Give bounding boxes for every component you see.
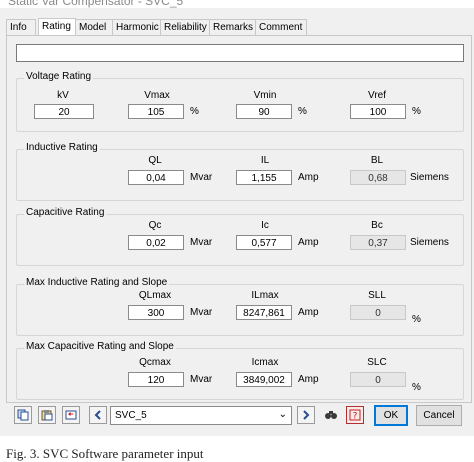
prev-icon[interactable] (89, 406, 107, 424)
max-inductive-label: Max Inductive Rating and Slope (24, 277, 170, 288)
tab-reliability[interactable]: Reliability (160, 19, 213, 35)
chevron-down-icon[interactable]: ⌄ (279, 409, 287, 420)
tab-info[interactable]: Info (6, 19, 36, 35)
window-title: Static Var Compensator - SVC_5 (8, 0, 184, 8)
il-field[interactable]: 1,155 (236, 170, 292, 185)
paste-icon[interactable] (38, 406, 56, 424)
bc-unit: Siemens (410, 237, 449, 248)
voltage-rating-label: Voltage Rating (24, 71, 94, 82)
ilmax-header: ILmax (251, 290, 279, 301)
tab-remarks[interactable]: Remarks (209, 19, 259, 35)
sll-field: 0 (350, 305, 406, 320)
vref-unit: % (412, 106, 421, 117)
max-capacitive-label: Max Capacitive Rating and Slope (24, 341, 176, 352)
search-icon[interactable] (322, 406, 340, 424)
il-unit: Amp (298, 172, 319, 183)
slc-header: SLC (367, 357, 387, 368)
qcmax-header: Qcmax (139, 357, 171, 368)
vmax-field[interactable]: 105 (128, 104, 184, 119)
qcmax-field[interactable]: 120 (128, 372, 184, 387)
qcmax-unit: Mvar (190, 374, 213, 385)
bl-header: BL (370, 155, 384, 166)
vmax-header: Vmax (144, 90, 170, 101)
copy-icon[interactable] (14, 406, 32, 424)
tab-comment[interactable]: Comment (255, 19, 307, 35)
figure-caption: Fig. 3. SVC Software parameter input (6, 446, 204, 461)
icmax-field[interactable]: 3849,002 (236, 372, 292, 387)
next-icon[interactable] (297, 406, 315, 424)
vmin-header: Vmin (253, 90, 277, 101)
bl-field: 0,68 (350, 170, 406, 185)
qc-unit: Mvar (190, 237, 213, 248)
svc-selector-value: SVC_5 (115, 410, 147, 421)
name-bar[interactable] (16, 44, 464, 62)
ql-unit: Mvar (190, 172, 213, 183)
slc-unit: % (412, 382, 421, 393)
ilmax-field[interactable]: 8247,861 (236, 305, 292, 320)
ok-button[interactable]: OK (374, 405, 408, 426)
slc-field: 0 (350, 372, 406, 387)
tab-harmonic[interactable]: Harmonic (112, 19, 164, 35)
help-icon[interactable]: ? (346, 406, 364, 424)
ic-header: Ic (261, 220, 269, 231)
ql-header: QL (148, 155, 162, 166)
tab-model[interactable]: Model (75, 19, 113, 35)
il-header: IL (260, 155, 270, 166)
qlmax-header: QLmax (138, 290, 172, 301)
ilmax-unit: Amp (298, 307, 319, 318)
qc-header: Qc (148, 220, 162, 231)
tab-rating[interactable]: Rating (38, 18, 76, 36)
qc-field[interactable]: 0,02 (128, 235, 184, 250)
undo-icon[interactable] (62, 406, 80, 424)
qlmax-field[interactable]: 300 (128, 305, 184, 320)
vref-header: Vref (368, 90, 386, 101)
bc-header: Bc (371, 220, 383, 231)
inductive-rating-label: Inductive Rating (24, 142, 100, 153)
vmin-unit: % (298, 106, 307, 117)
bc-field: 0,37 (350, 235, 406, 250)
svc-selector[interactable]: SVC_5 ⌄ (110, 406, 292, 425)
icmax-header: Icmax (251, 357, 279, 368)
vref-field[interactable]: 100 (350, 104, 406, 119)
kv-header: kV (57, 90, 69, 101)
svg-text:?: ? (353, 412, 358, 422)
vmax-unit: % (190, 106, 199, 117)
ql-field[interactable]: 0,04 (128, 170, 184, 185)
qlmax-unit: Mvar (190, 307, 213, 318)
capacitive-rating-label: Capacitive Rating (24, 207, 107, 218)
icmax-unit: Amp (298, 374, 319, 385)
bl-unit: Siemens (410, 172, 449, 183)
kv-field[interactable]: 20 (34, 104, 94, 119)
cancel-button[interactable]: Cancel (416, 405, 462, 426)
ic-unit: Amp (298, 237, 319, 248)
sll-unit: % (412, 314, 421, 325)
ic-field[interactable]: 0,577 (236, 235, 292, 250)
sll-header: SLL (368, 290, 386, 301)
vmin-field[interactable]: 90 (236, 104, 292, 119)
